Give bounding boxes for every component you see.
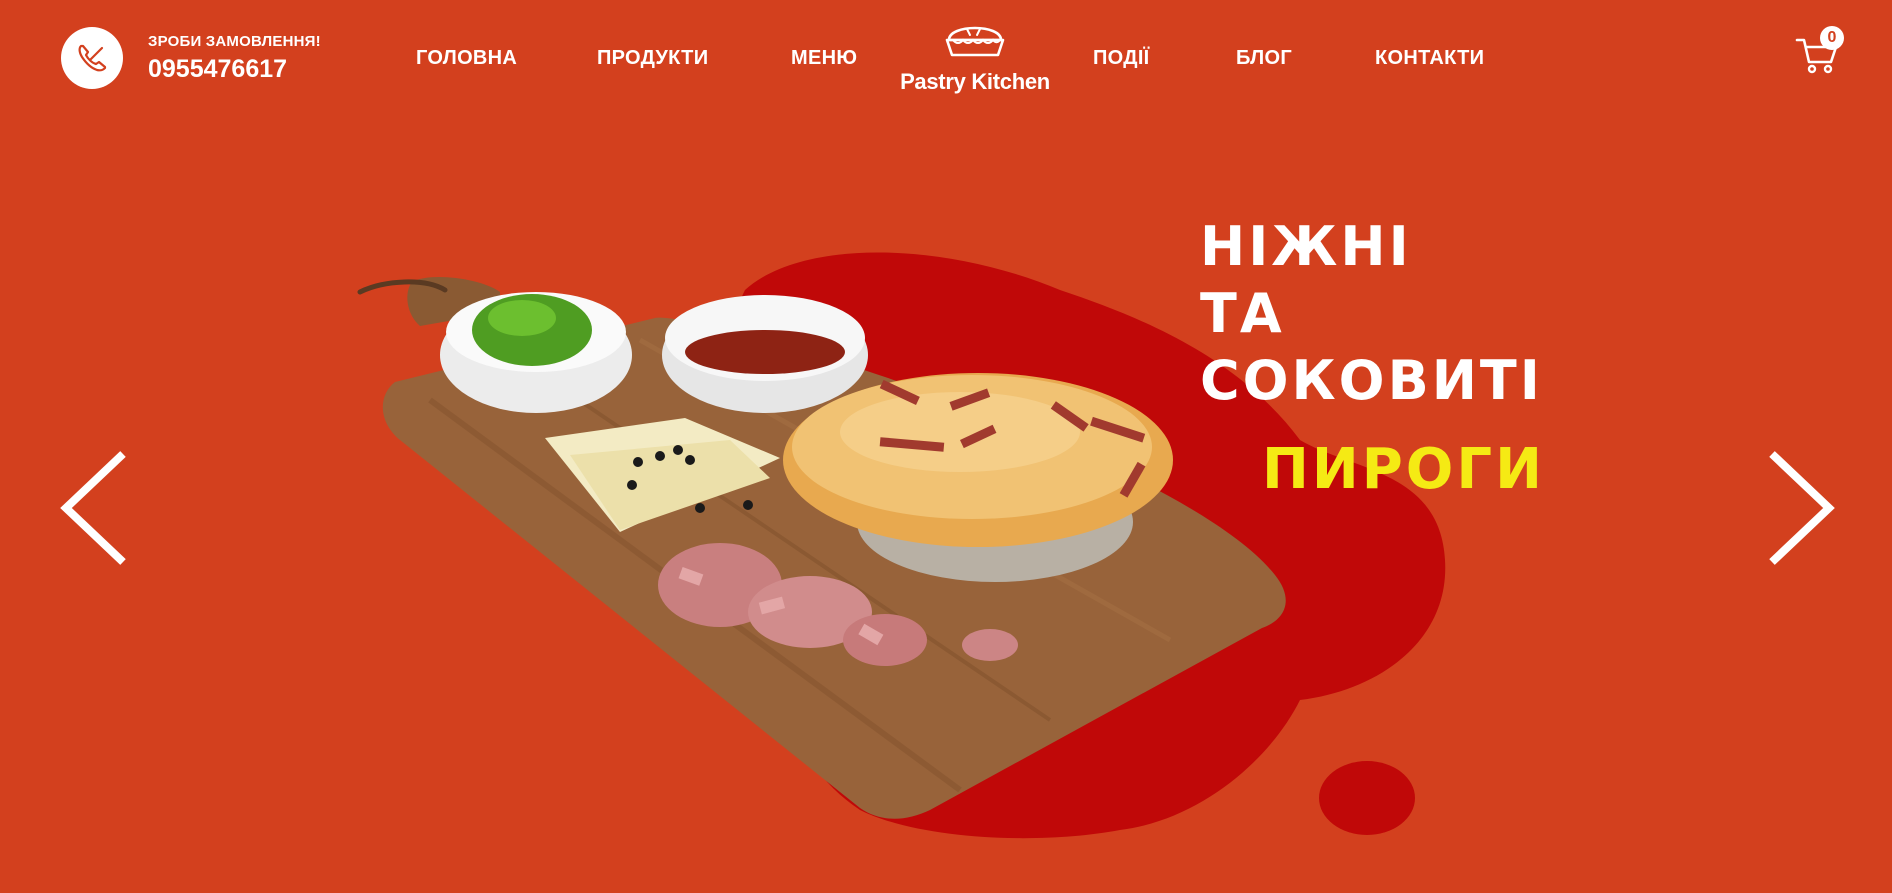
hero-line-1: НІЖНІ — [1200, 215, 1412, 278]
chevron-right-icon — [1769, 451, 1835, 565]
sauce-bowl — [662, 295, 868, 413]
slider-next-button[interactable] — [1765, 450, 1835, 571]
chevron-left-icon — [60, 451, 126, 565]
hero-illustration — [357, 252, 1446, 839]
hero-accent: ПИРОГИ — [1262, 437, 1545, 502]
hero-line-3: СОКОВИТІ — [1200, 349, 1543, 412]
guacamole-bowl — [440, 292, 632, 413]
slider-prev-button[interactable] — [60, 450, 130, 571]
hero-line-2: ТА — [1200, 282, 1285, 345]
